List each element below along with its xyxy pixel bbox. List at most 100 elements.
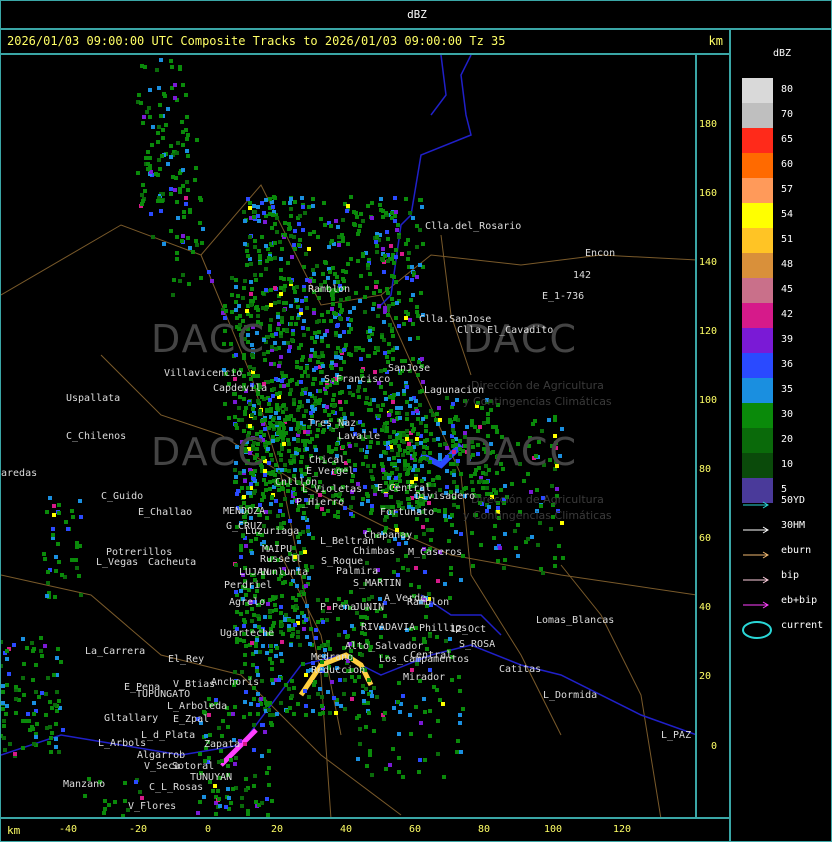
- place-label: Reduccion: [311, 665, 366, 676]
- radar-echo-pixel: [409, 298, 413, 302]
- radar-echo-pixel: [178, 190, 182, 194]
- radar-echo-pixel: [364, 401, 368, 405]
- radar-echo-pixel: [409, 446, 413, 450]
- radar-echo-pixel: [172, 278, 176, 282]
- radar-echo-pixel: [383, 614, 387, 618]
- radar-echo-pixel: [486, 420, 490, 424]
- radar-echo-pixel: [421, 502, 425, 506]
- radar-echo-pixel: [458, 452, 462, 456]
- radar-echo-pixel: [280, 659, 284, 663]
- radar-echo-pixel: [4, 712, 8, 716]
- radar-echo-pixel: [302, 592, 306, 596]
- units-label: dBZ: [407, 8, 427, 21]
- radar-echo-pixel: [249, 303, 253, 307]
- radar-echo-pixel: [184, 202, 188, 206]
- radar-echo-pixel: [415, 245, 419, 249]
- radar-echo-pixel: [334, 331, 338, 335]
- radar-echo-pixel: [202, 795, 206, 799]
- radar-echo-pixel: [288, 706, 292, 710]
- radar-echo-pixel: [395, 301, 399, 305]
- radar-echo-pixel: [160, 154, 164, 158]
- radar-echo-pixel: [329, 319, 333, 323]
- radar-echo-pixel: [314, 448, 318, 452]
- radar-echo-pixel: [390, 471, 394, 475]
- radar-echo-pixel: [252, 613, 256, 617]
- radar-echo-pixel: [402, 433, 406, 437]
- radar-echo-pixel: [204, 734, 208, 738]
- radar-echo-pixel: [284, 683, 288, 687]
- track-legend-label: 50YD: [781, 495, 806, 506]
- radar-echo-pixel: [302, 265, 306, 269]
- radar-echo-pixel: [64, 520, 68, 524]
- radar-echo-pixel: [307, 205, 311, 209]
- radar-echo-pixel: [326, 276, 330, 280]
- radar-echo-pixel: [151, 235, 155, 239]
- radar-echo-pixel: [175, 251, 179, 255]
- radar-echo-pixel: [136, 171, 140, 175]
- radar-echo-pixel: [335, 702, 339, 706]
- radar-echo-pixel: [273, 256, 277, 260]
- radar-echo-pixel: [405, 417, 409, 421]
- radar-echo-pixel: [14, 697, 18, 701]
- radar-echo-pixel: [419, 291, 423, 295]
- radar-echo-pixel: [268, 510, 272, 514]
- radar-echo-pixel: [268, 487, 272, 491]
- radar-echo-pixel: [123, 799, 127, 803]
- radar-echo-pixel: [289, 304, 293, 308]
- radar-echo-pixel: [391, 348, 395, 352]
- radar-echo-pixel: [429, 432, 433, 436]
- radar-echo-pixel: [201, 227, 205, 231]
- radar-echo-pixel: [374, 240, 378, 244]
- radar-echo-pixel: [338, 334, 342, 338]
- radar-echo-pixel: [46, 676, 50, 680]
- radar-echo-pixel: [379, 208, 383, 212]
- radar-echo-pixel: [394, 476, 398, 480]
- radar-echo-pixel: [254, 800, 258, 804]
- radar-echo-pixel: [273, 222, 277, 226]
- radar-echo-pixel: [444, 639, 448, 643]
- radar-echo-pixel: [358, 420, 362, 424]
- radar-echo-pixel: [250, 551, 254, 555]
- radar-echo-pixel: [51, 533, 55, 537]
- radar-echo-pixel: [270, 333, 274, 337]
- radar-echo-pixel: [359, 274, 363, 278]
- radar-echo-pixel: [308, 392, 312, 396]
- radar-echo-pixel: [411, 216, 415, 220]
- radar-echo-pixel: [218, 804, 222, 808]
- place-label: Ramblon: [407, 597, 450, 608]
- radar-echo-pixel: [180, 120, 184, 124]
- radar-echo-pixel: [365, 286, 369, 290]
- radar-echo-pixel: [292, 243, 296, 247]
- radar-echo-pixel: [378, 203, 382, 207]
- radar-echo-pixel: [530, 535, 534, 539]
- place-label: Palmira: [336, 566, 379, 577]
- radar-echo-pixel: [342, 330, 346, 334]
- radar-echo-pixel: [148, 156, 152, 160]
- radar-echo-pixel: [265, 771, 269, 775]
- place-label: aredas: [1, 468, 38, 479]
- radar-echo-pixel: [322, 319, 326, 323]
- radar-echo-pixel: [159, 58, 163, 62]
- radar-echo-pixel: [347, 385, 351, 389]
- radar-echo-pixel: [329, 224, 333, 228]
- radar-echo-pixel: [214, 812, 218, 816]
- radar-echo-pixel: [368, 329, 372, 333]
- radar-echo-pixel: [306, 529, 310, 533]
- radar-echo-pixel: [341, 269, 345, 273]
- radar-echo-pixel: [287, 442, 291, 446]
- radar-echo-pixel: [422, 451, 426, 455]
- radar-echo-pixel: [279, 652, 283, 656]
- radar-echo-pixel: [398, 473, 402, 477]
- radar-echo-pixel: [341, 445, 345, 449]
- radar-echo-pixel: [445, 396, 449, 400]
- radar-echo-pixel: [291, 619, 295, 623]
- radar-echo-pixel: [404, 197, 408, 201]
- radar-echo-pixel: [266, 350, 270, 354]
- radar-echo-pixel: [245, 610, 249, 614]
- radar-echo-pixel: [332, 393, 336, 397]
- radar-echo-pixel: [242, 715, 246, 719]
- radar-echo-pixel: [156, 199, 160, 203]
- radar-echo-pixel: [157, 86, 161, 90]
- radar-map[interactable]: DACC DACC DACC DACC Dirección de Agricul…: [0, 54, 696, 818]
- track-arrow-icon: [743, 526, 769, 534]
